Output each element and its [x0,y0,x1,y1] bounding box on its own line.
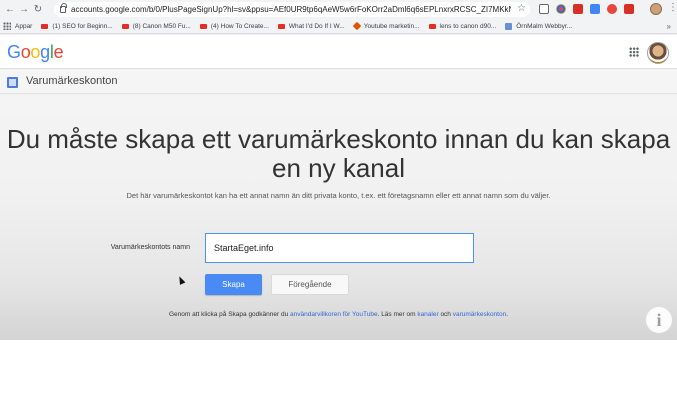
url-text[interactable]: accounts.google.com/b/0/PlusPageSignUp?h… [71,5,511,14]
logo-letter: o [30,42,41,62]
browser-window: ← → ↻ accounts.google.com/b/0/PlusPageSi… [0,0,677,340]
bookmark-item[interactable]: (1) SEO for Beginn... [41,23,113,30]
bookmark-star-icon[interactable]: ☆ [517,3,526,14]
profile-avatar-icon[interactable] [650,3,662,15]
bookmark-item[interactable]: (8) Canon M50 Fu... [121,23,191,30]
address-bar[interactable]: accounts.google.com/b/0/PlusPageSignUp?h… [54,2,530,17]
apps-grid-icon[interactable] [629,47,639,57]
bookmark-item[interactable]: What I'd Do If I W... [277,23,345,30]
google-logo[interactable]: Google [7,42,64,63]
reload-icon[interactable]: ↻ [31,3,45,17]
extension-icon[interactable] [624,4,634,14]
terms-link[interactable]: användarvillkoren för YouTube [290,311,378,318]
brand-account-bar: Varumärkeskonton [0,70,677,94]
logo-letter: o [20,42,31,62]
previous-button[interactable]: Föregående [271,274,349,295]
brand-account-icon [7,77,18,88]
bookmark-item[interactable]: lens to canon d90... [428,23,496,30]
browser-toolbar: ← → ↻ accounts.google.com/b/0/PlusPageSi… [0,0,677,19]
extension-icon[interactable] [590,4,600,14]
forward-arrow-icon[interactable]: → [17,3,31,17]
lock-icon [60,3,67,13]
main-content: Du måste skapa ett varumärkeskonto innan… [0,95,677,340]
youtube-icon [199,23,207,29]
google-header: Google [0,35,677,69]
bookmark-item[interactable]: ÖrnMalm Webbyr... [505,22,572,30]
info-icon[interactable]: i [646,307,672,333]
bookmark-item[interactable]: (4) How To Create... [199,23,269,30]
extension-icon[interactable] [539,4,549,14]
create-button[interactable]: Skapa [205,274,262,295]
headline: Du måste skapa ett varumärkeskonto innan… [6,124,671,183]
extension-icon[interactable] [573,4,583,14]
youtube-icon [41,23,49,29]
channels-link[interactable]: kanaler [417,311,438,318]
bookmarks-bar: Appar (1) SEO for Beginn... (8) Canon M5… [0,19,677,34]
youtube-icon [121,23,129,29]
terms-text: Genom att klicka på Skapa godkänner du a… [168,311,509,318]
youtube-icon [277,23,285,29]
avatar[interactable] [647,42,669,64]
heart-icon [352,21,361,31]
page-title: Varumärkeskonton [26,75,118,87]
bookmark-item[interactable]: Youtube marketin... [352,21,420,31]
logo-letter: g [40,42,50,62]
logo-letter: e [53,42,64,62]
mouse-cursor-icon [176,275,186,285]
brand-name-input[interactable]: StartaEget.info [205,233,474,263]
youtube-icon [428,23,436,29]
extension-icon[interactable] [556,4,566,14]
site-icon [505,22,513,30]
bookmark-item[interactable]: Appar [3,22,32,30]
back-arrow-icon[interactable]: ← [3,3,17,17]
bookmarks-more-icon[interactable]: » [667,22,671,31]
extension-icon[interactable] [607,4,617,14]
description-text: Det här varumärkeskontot kan ha ett anna… [126,191,551,200]
brand-accounts-link[interactable]: varumärkeskonton [453,311,506,318]
logo-letter: G [7,42,21,62]
brand-name-label: Varumärkeskontots namn [110,244,190,251]
apps-grid-icon [3,22,11,30]
menu-kebab-icon[interactable]: ⋮ [668,2,677,13]
